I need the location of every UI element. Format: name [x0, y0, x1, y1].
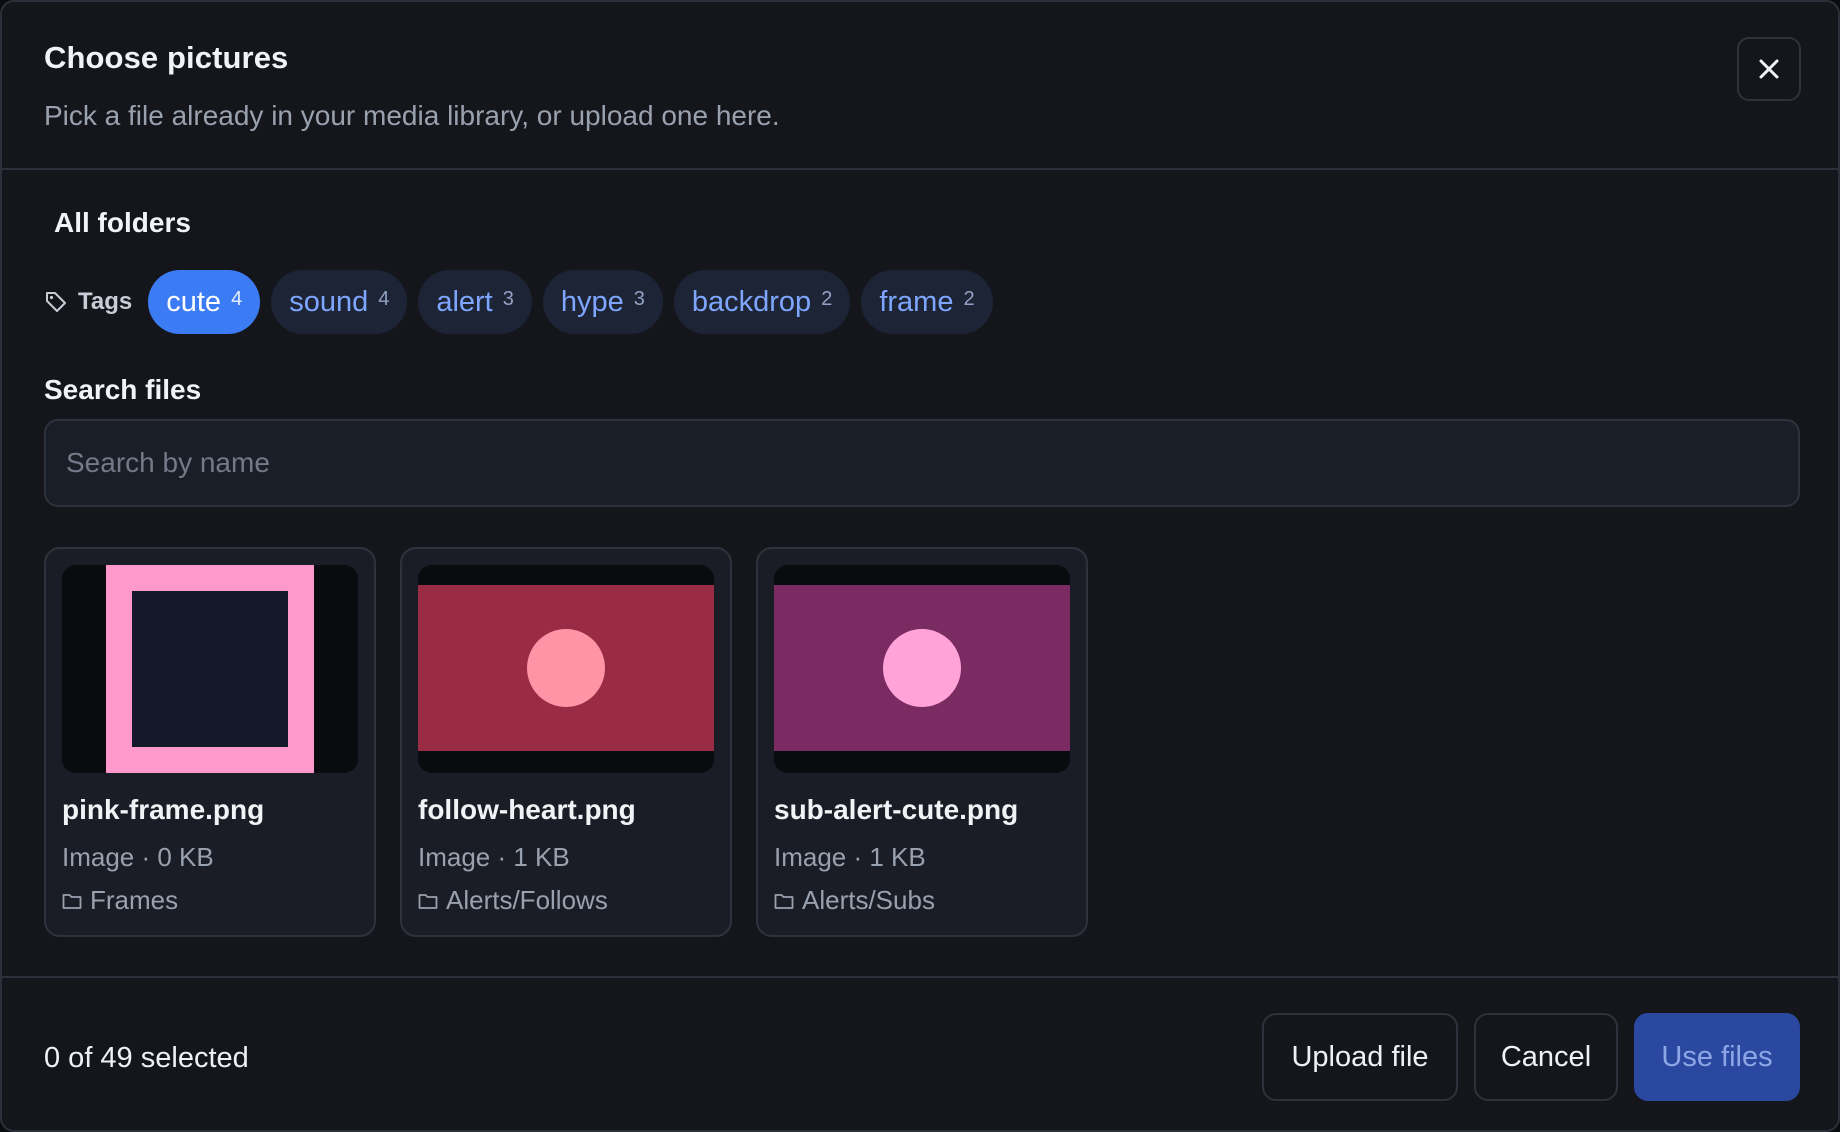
- tags-label: Tags: [78, 288, 133, 315]
- file-meta: Image · 0 KB: [62, 842, 214, 872]
- choose-pictures-dialog: Choose pictures Pick a file already in y…: [0, 0, 1840, 1132]
- tag-chip-hype[interactable]: hype 3: [542, 270, 663, 334]
- file-meta: Image · 1 KB: [774, 842, 926, 872]
- tag-chip-count: 3: [633, 287, 645, 310]
- file-thumbnail: [62, 565, 358, 773]
- upload-file-button[interactable]: Upload file: [1262, 1013, 1458, 1101]
- dialog-title: Choose pictures: [44, 40, 289, 75]
- tags-filter: Tags cute 4 sound 4 alert 3 hype 3 backd…: [44, 270, 1004, 334]
- file-folder-name: Alerts/Subs: [802, 885, 935, 915]
- file-folder: Alerts/Subs: [774, 885, 935, 916]
- file-name: pink-frame.png: [62, 794, 265, 825]
- search-label: Search files: [44, 374, 202, 405]
- tag-chip-cute[interactable]: cute 4: [148, 270, 261, 334]
- use-files-button[interactable]: Use files: [1634, 1013, 1800, 1101]
- file-card-sub-alert-cute[interactable]: sub-alert-cute.png Image · 1 KB Alerts/S…: [756, 547, 1088, 937]
- tag-chip-name: backdrop: [691, 285, 812, 318]
- dialog-footer: 0 of 49 selected Upload file Cancel Use …: [2, 976, 1838, 1130]
- search-input[interactable]: [44, 419, 1800, 507]
- follow-heart-preview: [418, 565, 714, 773]
- file-folder-name: Alerts/Follows: [446, 885, 608, 915]
- file-card-pink-frame[interactable]: pink-frame.png Image · 0 KB Frames: [44, 547, 376, 937]
- sub-alert-cute-preview: [774, 565, 1070, 773]
- tag-chip-name: sound: [289, 285, 369, 318]
- selection-count: 0 of 49 selected: [44, 1042, 249, 1074]
- file-folder: Alerts/Follows: [418, 885, 608, 916]
- tag-chip-backdrop[interactable]: backdrop 2: [673, 270, 851, 334]
- tag-chip-count: 3: [502, 287, 514, 310]
- tag-chip-name: cute: [166, 285, 222, 318]
- folder-icon: [418, 893, 438, 909]
- close-button[interactable]: [1737, 37, 1801, 101]
- file-name: sub-alert-cute.png: [774, 794, 1019, 825]
- pink-frame-preview: [62, 565, 358, 773]
- cancel-button[interactable]: Cancel: [1474, 1013, 1618, 1101]
- file-folder: Frames: [62, 885, 178, 916]
- tag-chip-count: 4: [378, 287, 390, 310]
- tag-chip-count: 2: [963, 287, 975, 310]
- file-name: follow-heart.png: [418, 794, 636, 825]
- tag-chip-name: alert: [436, 285, 493, 318]
- dialog-header: Choose pictures Pick a file already in y…: [2, 2, 1838, 170]
- dialog-subtitle: Pick a file already in your media librar…: [44, 100, 780, 131]
- tag-chip-name: frame: [879, 285, 954, 318]
- tag-chip-count: 2: [821, 287, 833, 310]
- tag-icon: [46, 292, 66, 312]
- folder-icon: [774, 893, 794, 909]
- tag-chip-count: 4: [231, 287, 243, 310]
- file-meta: Image · 1 KB: [418, 842, 570, 872]
- tag-chip-alert[interactable]: alert 3: [418, 270, 532, 334]
- folder-icon: [62, 893, 82, 909]
- close-icon: [1759, 59, 1779, 79]
- tag-chip-sound[interactable]: sound 4: [271, 270, 408, 334]
- file-card-follow-heart[interactable]: follow-heart.png Image · 1 KB Alerts/Fol…: [400, 547, 732, 937]
- folders-breadcrumb[interactable]: All folders: [54, 207, 191, 239]
- tags-label-group: Tags: [44, 288, 132, 316]
- tag-chip-frame[interactable]: frame 2: [861, 270, 993, 334]
- file-thumbnail: [774, 565, 1070, 773]
- file-thumbnail: [418, 565, 714, 773]
- tag-chip-name: hype: [560, 285, 624, 318]
- file-folder-name: Frames: [90, 885, 179, 915]
